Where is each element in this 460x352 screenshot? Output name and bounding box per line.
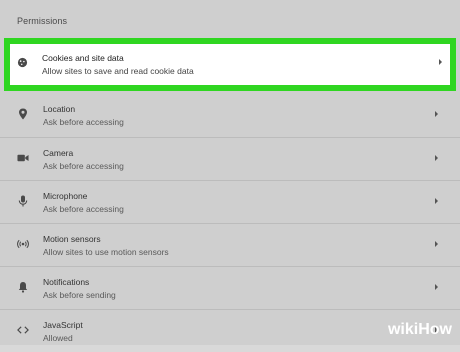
chevron-right-icon [435, 111, 438, 117]
row-title: Location [43, 104, 76, 114]
row-subtitle: Ask before sending [43, 290, 116, 300]
row-subtitle: Ask before accessing [43, 117, 124, 127]
motion-sensors-icon [17, 238, 29, 250]
row-title: Camera [43, 148, 74, 158]
row-subtitle: Ask before accessing [43, 204, 124, 214]
row-title: Microphone [43, 191, 88, 201]
row-title: Notifications [43, 277, 90, 287]
section-title: Permissions [17, 16, 68, 26]
permission-row-camera[interactable]: Camera Ask before accessing [0, 137, 460, 180]
permission-row-cookies[interactable]: Cookies and site data Allow sites to sav… [4, 38, 456, 91]
bell-icon [17, 281, 29, 293]
location-pin-icon [17, 108, 29, 120]
camera-icon [17, 152, 29, 164]
chevron-right-icon [435, 155, 438, 161]
permissions-list: Cookies and site data Allow sites to sav… [0, 34, 460, 352]
watermark-wiki: wiki [387, 321, 419, 338]
chevron-right-icon [439, 59, 442, 65]
chevron-right-icon [435, 198, 438, 204]
microphone-icon [17, 195, 29, 207]
permission-row-microphone[interactable]: Microphone Ask before accessing [0, 180, 460, 223]
code-brackets-icon [17, 324, 29, 336]
wikihow-watermark: wikiHow [388, 318, 452, 339]
row-subtitle: Allow sites to use motion sensors [43, 247, 169, 257]
watermark-how: How [418, 321, 452, 338]
cookie-icon [16, 56, 28, 68]
row-subtitle: Allow sites to save and read cookie data [42, 66, 194, 76]
row-title: Motion sensors [43, 234, 101, 244]
row-inner: Cookies and site data Allow sites to sav… [10, 44, 450, 85]
row-title: Cookies and site data [42, 53, 124, 63]
permission-row-notifications[interactable]: Notifications Ask before sending [0, 266, 460, 309]
settings-panel: Permissions Cookies and site data Allow … [0, 0, 460, 345]
chevron-right-icon [435, 241, 438, 247]
row-subtitle: Allowed [43, 333, 73, 343]
permission-row-motion-sensors[interactable]: Motion sensors Allow sites to use motion… [0, 223, 460, 266]
chevron-right-icon [435, 284, 438, 290]
row-subtitle: Ask before accessing [43, 161, 124, 171]
row-title: JavaScript [43, 320, 83, 330]
permission-row-location[interactable]: Location Ask before accessing [0, 94, 460, 137]
